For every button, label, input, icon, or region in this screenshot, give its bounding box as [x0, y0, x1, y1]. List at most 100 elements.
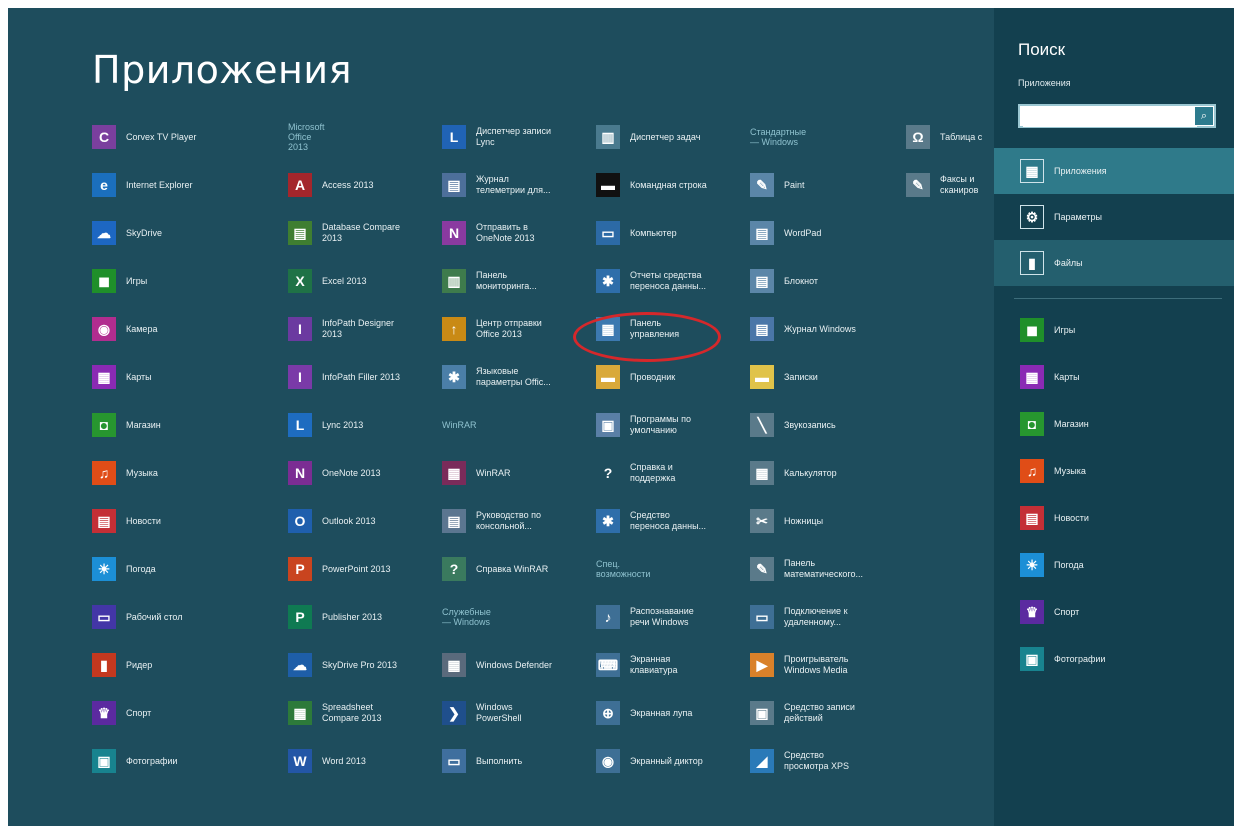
app-tile[interactable]: ▤ Журнал Windows: [750, 312, 900, 346]
explorer-icon: ▬: [596, 365, 620, 389]
search-result-app[interactable]: ▦ Карты: [1020, 361, 1164, 393]
app-tile[interactable]: ▦ WinRAR: [442, 456, 592, 490]
app-tile[interactable]: ▬ Командная строка: [596, 168, 746, 202]
app-tile[interactable]: ☀ Погода: [92, 552, 242, 586]
app-tile[interactable]: ▤ Новости: [92, 504, 242, 538]
app-tile[interactable]: ❯ Windows PowerShell: [442, 696, 592, 730]
app-tile[interactable]: ▶ Проигрыватель Windows Media: [750, 648, 900, 682]
app-tile[interactable]: P Publisher 2013: [288, 600, 438, 634]
app-tile[interactable]: ◉ Экранный диктор: [596, 744, 746, 778]
app-tile[interactable]: ⌨ Экранная клавиатура: [596, 648, 746, 682]
skydrive-pro-icon: ☁: [288, 653, 312, 677]
app-tile[interactable]: L Диспетчер записи Lync: [442, 120, 592, 154]
app-label: Spreadsheet Compare 2013: [322, 702, 382, 723]
app-tile[interactable]: ↑ Центр отправки Office 2013: [442, 312, 592, 346]
app-tile[interactable]: ✎ Панель математического...: [750, 552, 900, 586]
app-tile[interactable]: ▣ Фотографии: [92, 744, 242, 778]
app-label: Экранный диктор: [630, 755, 703, 766]
winrar-help-icon: ?: [442, 557, 466, 581]
app-tile[interactable]: ▦ Калькулятор: [750, 456, 900, 490]
app-tile[interactable]: A Access 2013: [288, 168, 438, 202]
app-tile[interactable]: ◉ Камера: [92, 312, 242, 346]
app-label: Музыка: [126, 467, 158, 478]
app-tile[interactable]: ◢ Средство просмотра XPS: [750, 744, 900, 778]
app-tile[interactable]: ? Справка WinRAR: [442, 552, 592, 586]
calculator-icon: ▦: [750, 461, 774, 485]
search-scope-item[interactable]: ▦ Приложения: [994, 148, 1234, 194]
app-tile[interactable]: ✎ Paint: [750, 168, 900, 202]
send-onenote-icon: N: [442, 221, 466, 245]
app-tile[interactable]: P PowerPoint 2013: [288, 552, 438, 586]
app-tile[interactable]: ▣ Средство записи действий: [750, 696, 900, 730]
app-tile[interactable]: ? Справка и поддержка: [596, 456, 746, 490]
onenote-icon: N: [288, 461, 312, 485]
search-result-app[interactable]: ◘ Магазин: [1020, 408, 1164, 440]
app-tile[interactable]: ▥ Панель мониторинга...: [442, 264, 592, 298]
app-tile[interactable]: ✱ Средство переноса данны...: [596, 504, 746, 538]
app-tile[interactable]: ▭ Рабочий стол: [92, 600, 242, 634]
app-tile[interactable]: L Lync 2013: [288, 408, 438, 442]
search-result-app[interactable]: ♫ Музыка: [1020, 455, 1164, 487]
app-tile[interactable]: ◘ Магазин: [92, 408, 242, 442]
app-tile[interactable]: ☁ SkyDrive Pro 2013: [288, 648, 438, 682]
search-result-app[interactable]: ◼ Игры: [1020, 314, 1164, 346]
app-tile[interactable]: W Word 2013: [288, 744, 438, 778]
search-scope-item[interactable]: ⚙ Параметры: [994, 194, 1234, 240]
app-tile[interactable]: ▤ Журнал телеметрии для...: [442, 168, 592, 202]
app-tile[interactable]: ▦ Spreadsheet Compare 2013: [288, 696, 438, 730]
app-tile[interactable]: ▬ Записки: [750, 360, 900, 394]
search-result-app[interactable]: ♛ Спорт: [1020, 596, 1164, 628]
app-label: WordPad: [784, 227, 822, 238]
app-label: Карты: [126, 371, 152, 382]
app-tile[interactable]: ▣ Программы по умолчанию: [596, 408, 746, 442]
group-header: Спец. возможности: [596, 559, 651, 579]
app-tile[interactable]: ✱ Языковые параметры Offic...: [442, 360, 592, 394]
app-tile[interactable]: N OneNote 2013: [288, 456, 438, 490]
camera-icon: ◉: [92, 317, 116, 341]
app-tile[interactable]: ▤ Блокнот: [750, 264, 900, 298]
search-scope-item[interactable]: ▮ Файлы: [994, 240, 1234, 286]
app-tile[interactable]: ▭ Выполнить: [442, 744, 592, 778]
app-tile[interactable]: I InfoPath Designer 2013: [288, 312, 438, 346]
app-tile[interactable]: ⊕ Экранная лупа: [596, 696, 746, 730]
app-tile[interactable]: N Отправить в OneNote 2013: [442, 216, 592, 250]
search-icon[interactable]: ⌕: [1195, 107, 1213, 125]
app-label: Подключение к удаленному...: [784, 606, 848, 627]
search-result-app[interactable]: ☀ Погода: [1020, 549, 1164, 581]
app-tile[interactable]: ♫ Музыка: [92, 456, 242, 490]
app-tile[interactable]: ╲ Звукозапись: [750, 408, 900, 442]
app-tile[interactable]: ▬ Проводник: [596, 360, 746, 394]
app-tile[interactable]: ▤ Руководство по консольной...: [442, 504, 592, 538]
app-label: Ножницы: [784, 515, 824, 526]
app-tile[interactable]: O Outlook 2013: [288, 504, 438, 538]
search-result-app[interactable]: ▤ Новости: [1020, 502, 1164, 534]
app-tile[interactable]: ♪ Распознавание речи Windows: [596, 600, 746, 634]
app-tile[interactable]: ▤ WordPad: [750, 216, 900, 250]
app-tile[interactable]: X Excel 2013: [288, 264, 438, 298]
search-input[interactable]: [1023, 107, 1197, 127]
app-tile[interactable]: ▭ Подключение к удаленному...: [750, 600, 900, 634]
app-label: Средство записи действий: [784, 702, 855, 723]
maps-icon: ▦: [1020, 365, 1044, 389]
app-tile[interactable]: ▦ Панель управления: [596, 312, 746, 346]
app-tile[interactable]: ✱ Отчеты средства переноса данны...: [596, 264, 746, 298]
app-tile[interactable]: ▮ Ридер: [92, 648, 242, 682]
app-tile[interactable]: ☁ SkyDrive: [92, 216, 242, 250]
app-label: Database Compare 2013: [322, 222, 401, 243]
language-settings-icon: ✱: [442, 365, 466, 389]
app-tile[interactable]: ◼ Игры: [92, 264, 242, 298]
app-label: Средство переноса данны...: [630, 510, 707, 531]
app-tile[interactable]: ▤ Database Compare 2013: [288, 216, 438, 250]
app-tile[interactable]: ▥ Диспетчер задач: [596, 120, 746, 154]
app-tile[interactable]: ▦ Windows Defender: [442, 648, 592, 682]
app-tile[interactable]: ▭ Компьютер: [596, 216, 746, 250]
app-tile[interactable]: ✂ Ножницы: [750, 504, 900, 538]
app-tile[interactable]: I InfoPath Filler 2013: [288, 360, 438, 394]
app-label: Программы по умолчанию: [630, 414, 691, 435]
app-tile[interactable]: ♛ Спорт: [92, 696, 242, 730]
music-icon: ♫: [1020, 459, 1044, 483]
app-tile[interactable]: ▦ Карты: [92, 360, 242, 394]
search-result-app[interactable]: ▣ Фотографии: [1020, 643, 1164, 675]
app-tile[interactable]: C Corvex TV Player: [92, 120, 242, 154]
app-tile[interactable]: e Internet Explorer: [92, 168, 242, 202]
